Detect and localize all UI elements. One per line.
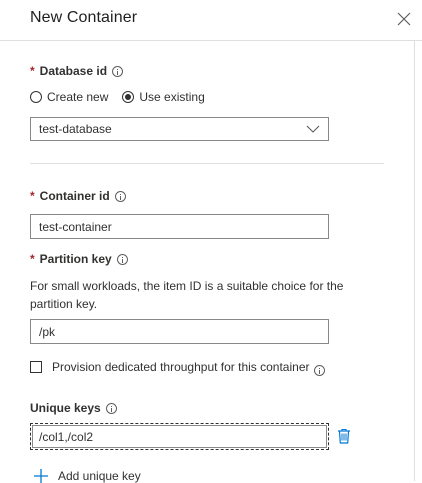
info-icon[interactable] xyxy=(116,253,128,265)
partition-key-value: /pk xyxy=(39,325,56,339)
radio-use-existing-label[interactable]: Use existing xyxy=(139,90,204,104)
info-icon[interactable] xyxy=(112,65,124,77)
radio-use-existing[interactable]: Use existing xyxy=(122,90,205,104)
unique-keys-label: Unique keys xyxy=(30,401,117,415)
required-marker: * xyxy=(30,252,35,266)
unique-keys-label-text: Unique keys xyxy=(30,401,101,415)
radio-use-existing-circle[interactable] xyxy=(122,91,135,103)
throughput-checkbox-row[interactable]: Provision dedicated throughput for this … xyxy=(30,357,325,376)
info-icon[interactable] xyxy=(105,402,117,414)
container-id-label: * Container id xyxy=(30,189,126,203)
partition-key-label-text: Partition key xyxy=(39,252,112,266)
panel-header: New Container xyxy=(0,0,422,41)
chevron-down-icon xyxy=(306,125,320,133)
partition-key-help: For small workloads, the item ID is a su… xyxy=(30,279,344,311)
info-icon[interactable] xyxy=(114,190,126,202)
database-id-label: * Database id xyxy=(30,64,124,78)
unique-key-input[interactable]: /col1,/col2 xyxy=(30,423,329,450)
trash-icon xyxy=(338,428,350,444)
throughput-checkbox-label[interactable]: Provision dedicated throughput for this … xyxy=(52,360,310,374)
partition-key-label: * Partition key xyxy=(30,252,128,266)
close-icon xyxy=(397,12,411,26)
section-divider xyxy=(30,163,384,164)
throughput-checkbox[interactable] xyxy=(30,360,42,373)
partition-key-input[interactable]: /pk xyxy=(30,319,329,344)
database-mode-radio-group: Create new Use existing xyxy=(30,90,219,104)
unique-key-value: /col1,/col2 xyxy=(39,430,94,444)
radio-create-new-circle[interactable] xyxy=(30,91,42,103)
database-dropdown-value: test-database xyxy=(39,122,112,136)
required-marker: * xyxy=(30,189,35,203)
panel-scrollbar[interactable] xyxy=(414,41,422,481)
container-id-value: test-container xyxy=(39,220,112,234)
database-id-label-text: Database id xyxy=(39,64,108,78)
delete-unique-key-button[interactable] xyxy=(337,428,351,444)
required-marker: * xyxy=(30,64,35,78)
info-icon[interactable] xyxy=(313,365,325,376)
radio-create-new[interactable]: Create new xyxy=(30,90,108,104)
radio-create-new-label[interactable]: Create new xyxy=(47,90,108,104)
container-id-label-text: Container id xyxy=(39,189,110,203)
panel-title: New Container xyxy=(30,9,138,26)
database-dropdown[interactable]: test-database xyxy=(30,117,329,141)
close-button[interactable] xyxy=(396,11,412,27)
container-id-input[interactable]: test-container xyxy=(30,214,329,239)
